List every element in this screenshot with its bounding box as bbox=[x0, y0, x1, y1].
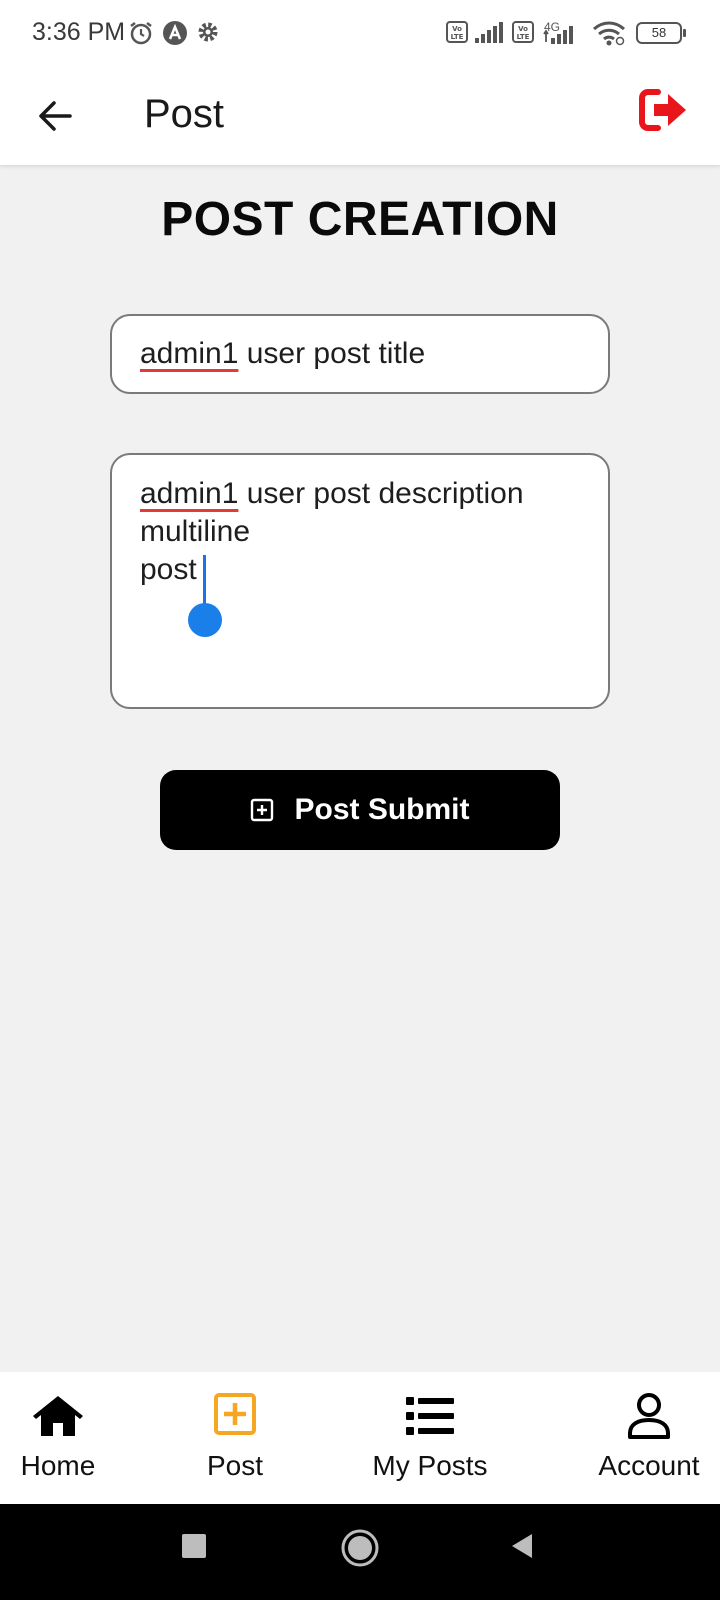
page-heading: POST CREATION bbox=[161, 193, 559, 246]
status-time: 3:36 PM bbox=[32, 18, 126, 46]
title-input-text: user post title bbox=[238, 337, 426, 370]
settings-icon bbox=[198, 22, 218, 42]
nav-label-post: Post bbox=[206, 1450, 264, 1481]
plus-square-icon bbox=[251, 798, 274, 822]
nav-label-my-posts: My Posts bbox=[372, 1450, 488, 1481]
nav-item-post[interactable]: Post bbox=[160, 1372, 310, 1504]
svg-text:LTE: LTE bbox=[451, 33, 464, 41]
recents-icon[interactable] bbox=[180, 1532, 208, 1560]
logout-icon[interactable] bbox=[636, 86, 692, 138]
text-cursor bbox=[203, 555, 206, 605]
app-bar: Post bbox=[0, 68, 720, 166]
app-icon bbox=[163, 21, 187, 45]
home-circle-icon[interactable] bbox=[340, 1528, 380, 1568]
battery-icon: 58 bbox=[636, 22, 686, 44]
post-submit-button[interactable]: Post Submit bbox=[160, 770, 560, 850]
post-title-input[interactable]: admin1 user post title bbox=[110, 314, 610, 394]
alarm-icon bbox=[130, 22, 152, 45]
back-triangle-icon[interactable] bbox=[508, 1532, 536, 1560]
volte-icon: Vo LTE bbox=[512, 21, 534, 43]
status-bar: 3:36 PM Vo LTE Vo LTE 4G 58 bbox=[0, 0, 720, 68]
spellcheck-flagged-word: admin1 bbox=[140, 337, 239, 370]
svg-text:Vo: Vo bbox=[518, 25, 528, 33]
volte-icon: Vo LTE bbox=[446, 21, 468, 43]
nav-item-account[interactable]: Account bbox=[574, 1372, 720, 1504]
home-icon bbox=[33, 1396, 83, 1436]
plus-square-icon bbox=[214, 1393, 256, 1435]
signal-icon bbox=[475, 22, 503, 43]
submit-label: Post Submit bbox=[294, 793, 470, 826]
wifi-icon bbox=[593, 21, 625, 46]
system-nav-bar bbox=[0, 1504, 720, 1600]
nav-label-account: Account bbox=[598, 1450, 700, 1481]
svg-text:Vo: Vo bbox=[452, 25, 462, 33]
list-icon bbox=[406, 1397, 454, 1435]
signal-icon bbox=[543, 26, 573, 44]
nav-item-home[interactable]: Home bbox=[0, 1372, 133, 1504]
cursor-handle[interactable] bbox=[188, 603, 222, 637]
arrow-left-icon[interactable] bbox=[30, 90, 82, 142]
svg-text:LTE: LTE bbox=[517, 33, 530, 41]
user-icon bbox=[628, 1393, 670, 1439]
page-title: Post bbox=[144, 92, 225, 136]
spellcheck-flagged-word: admin1 bbox=[140, 477, 239, 510]
post-description-input[interactable]: admin1 user post description multiline p… bbox=[110, 453, 610, 709]
bottom-nav: Home Post My Posts Account bbox=[0, 1372, 720, 1504]
nav-label-home: Home bbox=[20, 1450, 96, 1481]
nav-item-my-posts[interactable]: My Posts bbox=[355, 1372, 505, 1504]
